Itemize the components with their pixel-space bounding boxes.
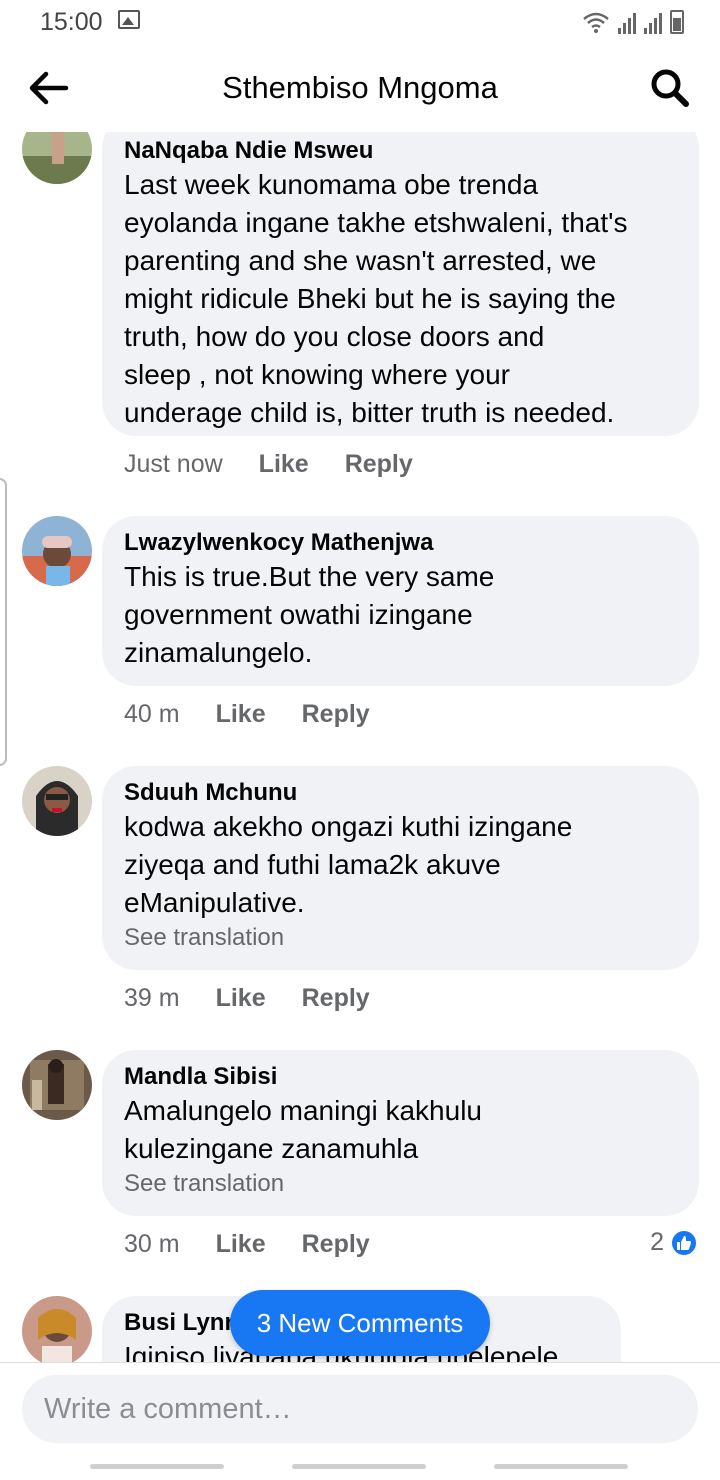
avatar[interactable]	[22, 766, 92, 836]
comment-text: Last week kunomama obe trenda eyolanda i…	[124, 166, 677, 432]
comment-bubble[interactable]: Lwazylwenkocy Mathenjwa This is true.But…	[102, 516, 699, 686]
search-button[interactable]	[650, 68, 690, 108]
reaction-count: 2	[650, 1228, 664, 1256]
like-button[interactable]: Like	[216, 1230, 266, 1259]
nav-back[interactable]	[494, 1464, 628, 1469]
status-icons	[582, 8, 684, 34]
search-icon	[651, 69, 689, 107]
nav-home[interactable]	[292, 1464, 426, 1469]
comment-input[interactable]	[22, 1375, 698, 1443]
comment-author[interactable]: Mandla Sibisi	[124, 1062, 677, 1092]
avatar[interactable]	[22, 1296, 92, 1362]
comment-text: Amalungelo maningi kakhulu kulezingane z…	[124, 1092, 677, 1168]
avatar[interactable]	[22, 516, 92, 586]
comment-text: This is true.But the very same governmen…	[124, 558, 677, 672]
comment-actions: 30 m Like Reply	[124, 1230, 370, 1259]
comment-author[interactable]: NaNqaba Ndie Msweu	[124, 136, 677, 166]
comment-timestamp[interactable]: Just now	[124, 450, 223, 479]
battery-icon	[670, 10, 684, 34]
like-button[interactable]: Like	[216, 984, 266, 1013]
signal-2-icon	[644, 12, 662, 34]
app-header: Sthembiso Mngoma	[0, 44, 720, 132]
nav-recent-apps[interactable]	[90, 1464, 224, 1469]
like-button[interactable]: Like	[259, 450, 309, 479]
comments-feed[interactable]: NaNqaba Ndie Msweu Last week kunomama ob…	[0, 132, 720, 1362]
comment-timestamp[interactable]: 40 m	[124, 700, 180, 729]
status-bar: 15:00	[0, 0, 720, 44]
avatar[interactable]	[22, 1050, 92, 1120]
comment-line: sleep , not knowing where your	[124, 359, 510, 390]
avatar-photo	[22, 132, 92, 184]
comment-actions: 40 m Like Reply	[124, 700, 370, 729]
comment-line: Amalungelo maningi kakhulu	[124, 1095, 482, 1126]
comment-line: Last week kunomama obe trenda	[124, 169, 539, 200]
comment-line: kodwa akekho ongazi kuthi izingane	[124, 811, 573, 842]
new-comments-button[interactable]: 3 New Comments	[230, 1290, 490, 1356]
comment-line: ziyeqa and futhi lama2k akuve	[124, 849, 501, 880]
avatar[interactable]	[22, 132, 92, 184]
comment-line: eManipulative.	[124, 887, 305, 918]
comment-bubble[interactable]: NaNqaba Ndie Msweu Last week kunomama ob…	[102, 132, 699, 436]
comment-line: parenting and she wasn't arrested, we	[124, 245, 597, 276]
status-time: 15:00	[40, 8, 103, 36]
like-button[interactable]: Like	[216, 700, 266, 729]
comment-composer	[0, 1362, 720, 1454]
reply-button[interactable]: Reply	[302, 1230, 370, 1259]
see-translation-link[interactable]: See translation	[124, 1168, 677, 1200]
comment-line: truth, how do you close doors and	[124, 321, 545, 352]
comment-bubble[interactable]: Mandla Sibisi Amalungelo maningi kakhulu…	[102, 1050, 699, 1216]
signal-1-icon	[618, 12, 636, 34]
system-nav-bar	[0, 1454, 720, 1480]
wifi-icon	[583, 12, 609, 33]
gallery-notification-icon	[118, 10, 140, 29]
comment-timestamp[interactable]: 30 m	[124, 1230, 180, 1259]
comment-text: kodwa akekho ongazi kuthi izingane ziyeq…	[124, 808, 677, 922]
comment-line: This is true.But the very same	[124, 561, 495, 592]
avatar-photo	[22, 766, 92, 836]
reply-button[interactable]: Reply	[302, 984, 370, 1013]
see-translation-link[interactable]: See translation	[124, 922, 677, 954]
comment-timestamp[interactable]: 39 m	[124, 984, 180, 1013]
page-title: Sthembiso Mngoma	[222, 70, 498, 105]
avatar-photo	[22, 516, 92, 586]
reply-button[interactable]: Reply	[302, 700, 370, 729]
comment-line: government owathi izingane	[124, 599, 473, 630]
comment-actions: Just now Like Reply	[124, 450, 413, 479]
comment-line: might ridicule Bheki but he is saying th…	[124, 283, 616, 314]
reply-button[interactable]: Reply	[345, 450, 413, 479]
comment-line: kulezingane zanamuhla	[124, 1133, 419, 1164]
thumbs-up-icon	[670, 1228, 698, 1257]
comment-bubble[interactable]: Sduuh Mchunu kodwa akekho ongazi kuthi i…	[102, 766, 699, 970]
avatar-photo	[22, 1296, 92, 1362]
scroll-handle[interactable]	[0, 478, 7, 766]
comment-author[interactable]: Lwazylwenkocy Mathenjwa	[124, 528, 677, 558]
reaction-summary[interactable]: 2	[650, 1228, 698, 1257]
comment-line: eyolanda ingane takhe etshwaleni, that's	[124, 207, 628, 238]
avatar-photo	[22, 1050, 92, 1120]
comment-line: zinamalungelo.	[124, 637, 313, 668]
comment-actions: 39 m Like Reply	[124, 984, 370, 1013]
comment-author[interactable]: Sduuh Mchunu	[124, 778, 677, 808]
comment-line: underage child is, bitter truth is neede…	[124, 397, 615, 428]
